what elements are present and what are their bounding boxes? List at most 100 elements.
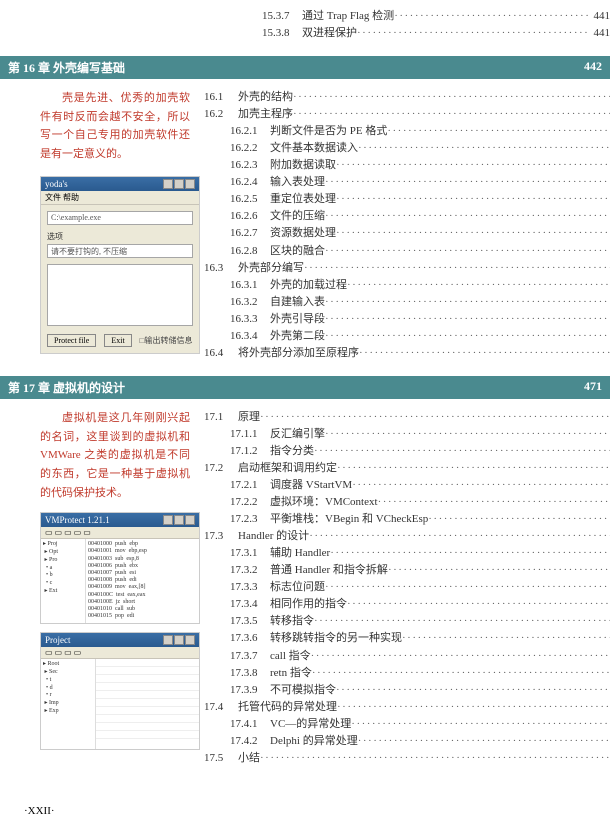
toc-row: 16.2加壳主程序443 <box>204 106 610 123</box>
toc-title: 双进程保护 <box>302 25 357 42</box>
toc-title: 外壳第二段 <box>270 328 325 345</box>
toc-num: 16.2.8 <box>230 243 270 260</box>
toc-dots <box>325 328 610 345</box>
screenshot-1-field1: C:\example.exe <box>47 211 193 225</box>
toc-row: 16.3外壳部分编写457 <box>204 260 610 277</box>
toc-num: 17.1.1 <box>230 426 270 443</box>
toc-num: 16.2.7 <box>230 225 270 242</box>
toc-title: 指令分类 <box>270 443 314 460</box>
toc-title: VC—的异常处理 <box>270 716 351 733</box>
toc-num: 17.3.7 <box>230 648 270 665</box>
toc-num: 17.4 <box>204 699 238 716</box>
toc-num: 17.3.2 <box>230 562 270 579</box>
toc-num: 16.2.6 <box>230 208 270 225</box>
toc-title: 启动框架和调用约定 <box>238 460 337 477</box>
toc-num: 16.2.5 <box>230 191 270 208</box>
toc-dots <box>325 426 610 443</box>
toc-title: 普通 Handler 和指令拆解 <box>270 562 388 579</box>
chapter-17-blurb: 虚拟机是这几年刚刚兴起的名词，这里谈到的虚拟机和 VMWare 之类的虚拟机是不… <box>40 409 190 502</box>
screenshot-1-title: yoda's <box>45 179 68 189</box>
toc-dots <box>325 174 610 191</box>
toc-row: 15.3.7通过 Trap Flag 检测441 <box>236 8 610 25</box>
chapter-16-title: 第 16 章 外壳编写基础 <box>8 59 125 76</box>
toc-title: 外壳引导段 <box>270 311 325 328</box>
toc-title: 文件的压缩 <box>270 208 325 225</box>
screenshot-1-buttons: Protect file Exit □输出转储信息 <box>47 334 193 347</box>
toc-num: 17.4.2 <box>230 733 270 750</box>
toc-title: 调度器 VStartVM <box>270 477 352 494</box>
toc-num: 16.3.2 <box>230 294 270 311</box>
toc-page: 441 <box>590 25 610 42</box>
chapter-17-toc: 17.1原理47117.1.1反汇编引擎47217.1.2指令分类47217.2… <box>204 409 610 767</box>
screenshot-2-body: ▸ Proj ▸ Opt ▸ Pro • a • b • c ▸ Ext 004… <box>41 539 199 624</box>
toc-title: 加壳主程序 <box>238 106 293 123</box>
toc-row: 17.3.7call 指令480 <box>204 648 610 665</box>
screenshot-1-body: C:\example.exe 选项 请不要打钩的, 不压缩 Protect fi… <box>41 205 199 353</box>
toc-dots <box>312 665 610 682</box>
toc-title: 通过 Trap Flag 检测 <box>302 8 394 25</box>
toc-dots <box>336 225 610 242</box>
toc-dots <box>378 494 610 511</box>
toc-row: 17.1原理471 <box>204 409 610 426</box>
toc-title: 文件基本数据读入 <box>270 140 358 157</box>
toc-num: 16.2.2 <box>230 140 270 157</box>
toc-title: retn 指令 <box>270 665 312 682</box>
screenshot-3-title: Project <box>45 635 71 645</box>
chapter-17-title: 第 17 章 虚拟机的设计 <box>8 379 125 396</box>
toc-row: 17.3Handler 的设计475 <box>204 528 610 545</box>
toc-title: 附加数据读取 <box>270 157 336 174</box>
toc-num: 17.3.3 <box>230 579 270 596</box>
chapter-16-page: 442 <box>584 59 602 74</box>
window-buttons-icon <box>163 635 195 645</box>
toc-title: 相同作用的指令 <box>270 596 347 613</box>
toc-title: Handler 的设计 <box>238 528 309 545</box>
toc-num: 17.3.1 <box>230 545 270 562</box>
toc-title: 判断文件是否为 PE 格式 <box>270 123 387 140</box>
screenshot-1-menu: 文件 帮助 <box>41 191 199 205</box>
chapter-16-body: 壳是先进、优秀的加壳软件有时反而会越不安全，所以写一个自己专用的加壳软件还是有一… <box>0 89 610 362</box>
screenshot-1-label: 选项 <box>47 231 193 242</box>
toc-row: 16.3.3外壳引导段459 <box>204 311 610 328</box>
toc-num: 16.2.4 <box>230 174 270 191</box>
toc-title: 转移指令 <box>270 613 314 630</box>
chapter-16-blurb: 壳是先进、优秀的加壳软件有时反而会越不安全，所以写一个自己专用的加壳软件还是有一… <box>40 89 190 164</box>
chapter-17-bar: 第 17 章 虚拟机的设计 471 <box>0 376 610 399</box>
toc-num: 17.2 <box>204 460 238 477</box>
toc-title: 重定位表处理 <box>270 191 336 208</box>
screenshot-2-toolbar: ▭ ▭ ▭ ▭ ▭ <box>41 527 199 539</box>
toc-row: 16.4将外壳部分添加至原程序467 <box>204 345 610 362</box>
screenshot-1-btn2: Exit <box>104 334 131 347</box>
screenshot-1: yoda's 文件 帮助 C:\example.exe 选项 请不要打钩的, 不… <box>40 176 200 354</box>
screenshot-2: VMProtect 1.21.1 ▭ ▭ ▭ ▭ ▭ ▸ Proj ▸ Opt … <box>40 512 200 624</box>
window-buttons-icon <box>163 179 195 189</box>
toc-row: 17.3.1辅助 Handler475 <box>204 545 610 562</box>
toc-num: 17.2.2 <box>230 494 270 511</box>
toc-title: 不可模拟指令 <box>270 682 336 699</box>
toc-title: 区块的融合 <box>270 243 325 260</box>
toc-num: 17.1 <box>204 409 238 426</box>
toc-row: 16.2.8区块的融合457 <box>204 243 610 260</box>
chapter-16-toc: 16.1外壳的结构44216.2加壳主程序44316.2.1判断文件是否为 PE… <box>204 89 610 362</box>
toc-dots <box>336 191 610 208</box>
chapter-16-bar: 第 16 章 外壳编写基础 442 <box>0 56 610 79</box>
window-buttons-icon <box>163 515 195 525</box>
toc-row: 17.3.8retn 指令481 <box>204 665 610 682</box>
toc-dots <box>352 477 610 494</box>
toc-dots <box>358 733 610 750</box>
chapter-17-page: 471 <box>584 379 602 394</box>
toc-row: 17.3.9不可模拟指令481 <box>204 682 610 699</box>
toc-num: 17.3.8 <box>230 665 270 682</box>
toc-title: 输入表处理 <box>270 174 325 191</box>
toc-num: 17.2.1 <box>230 477 270 494</box>
toc-dots <box>325 579 610 596</box>
toc-row: 17.4.1VC—的异常处理482 <box>204 716 610 733</box>
toc-dots <box>325 311 610 328</box>
chapter-17-sidebar: 虚拟机是这几年刚刚兴起的名词，这里谈到的虚拟机和 VMWare 之类的虚拟机是不… <box>0 409 204 767</box>
toc-title: 原理 <box>238 409 260 426</box>
toc-dots <box>347 596 610 613</box>
toc-dots <box>428 511 610 528</box>
toc-num: 15.3.7 <box>262 8 302 25</box>
toc-dots <box>337 699 610 716</box>
toc-dots <box>314 613 610 630</box>
page: 15.3.7通过 Trap Flag 检测44115.3.8双进程保护441 第… <box>0 0 610 767</box>
